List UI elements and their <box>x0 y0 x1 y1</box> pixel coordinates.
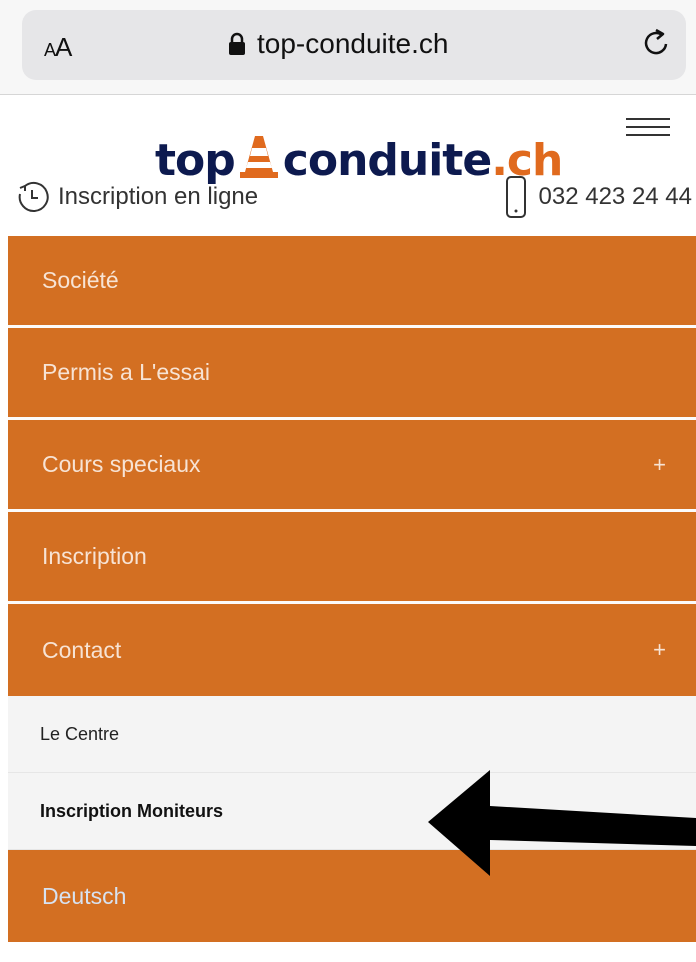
menu-item-deutsch[interactable]: Deutsch <box>8 850 696 942</box>
traffic-cone-icon <box>239 136 278 178</box>
menu-item-label: Deutsch <box>42 882 127 909</box>
navigation-menu: Société Permis a L'essai Cours speciaux … <box>8 236 696 942</box>
phone-link[interactable]: 032 423 24 44 <box>505 176 692 218</box>
menu-item-inscription[interactable]: Inscription <box>8 512 696 604</box>
menu-item-societe[interactable]: Société <box>8 236 696 328</box>
site-header: top conduite .ch Inscription en ligne 03… <box>0 96 696 236</box>
expand-icon[interactable]: + <box>653 452 666 478</box>
menu-item-label: Contact <box>42 636 122 663</box>
clock-icon <box>18 181 49 212</box>
logo-text-top: top <box>155 135 236 186</box>
phone-number: 032 423 24 44 <box>538 183 692 210</box>
url-display[interactable]: top-conduite.ch <box>227 28 448 60</box>
contact-submenu: Le Centre Inscription Moniteurs <box>8 696 696 850</box>
menu-item-permis[interactable]: Permis a L'essai <box>8 328 696 420</box>
expand-icon[interactable]: + <box>653 637 666 663</box>
submenu-item-le-centre[interactable]: Le Centre <box>8 696 696 773</box>
menu-item-label: Permis a L'essai <box>42 359 211 385</box>
phone-icon <box>505 176 526 218</box>
menu-icon[interactable] <box>626 118 670 138</box>
text-size-button[interactable]: AA <box>44 32 72 63</box>
reload-icon[interactable] <box>640 26 674 60</box>
browser-chrome: AA top-conduite.ch <box>0 0 696 95</box>
submenu-item-inscription-moniteurs[interactable]: Inscription Moniteurs <box>8 773 696 850</box>
logo-text-conduite: conduite <box>282 135 492 186</box>
menu-item-label: Inscription <box>42 543 147 569</box>
submenu-item-label: Inscription Moniteurs <box>40 800 224 821</box>
menu-item-label: Société <box>42 267 119 293</box>
lock-icon <box>229 32 245 55</box>
menu-item-cours-speciaux[interactable]: Cours speciaux + <box>8 420 696 512</box>
online-registration-text: Inscription en ligne <box>58 183 259 210</box>
menu-item-label: Cours speciaux <box>42 451 201 477</box>
url-text: top-conduite.ch <box>257 28 449 59</box>
menu-item-contact[interactable]: Contact + <box>8 604 696 696</box>
submenu-item-label: Le Centre <box>40 723 120 744</box>
site-logo[interactable]: top conduite .ch <box>155 126 563 186</box>
address-bar[interactable]: AA top-conduite.ch <box>22 10 686 80</box>
online-registration-link[interactable]: Inscription en ligne <box>16 180 258 214</box>
